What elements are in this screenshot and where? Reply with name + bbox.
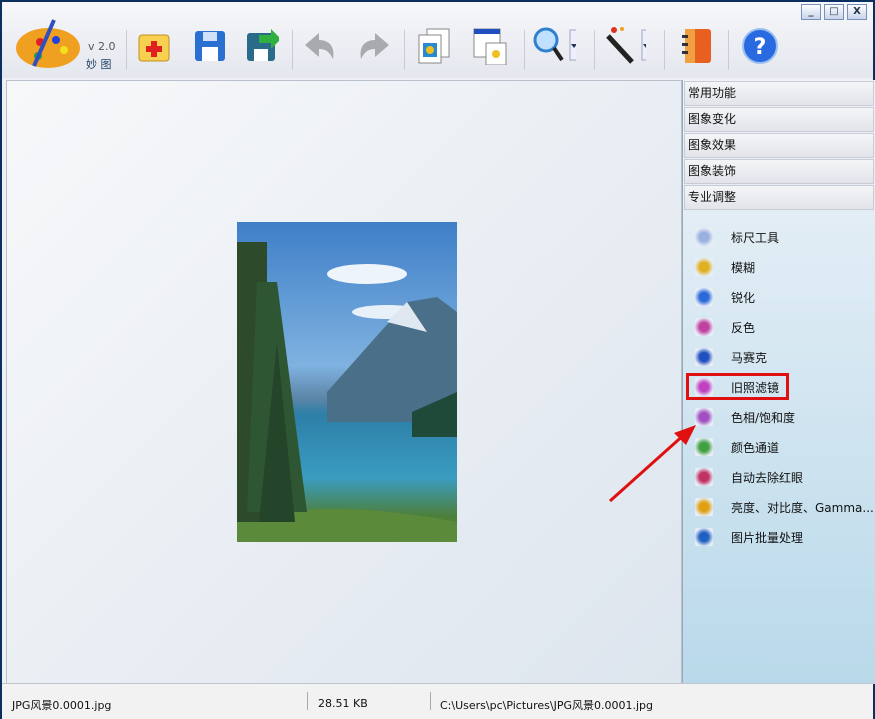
tool-label: 马赛克 — [731, 350, 768, 365]
status-filesize: 28.51 KB — [318, 697, 368, 710]
palette-icon — [16, 19, 80, 68]
tool-item[interactable]: 马赛克 — [683, 342, 875, 372]
tool-item[interactable]: 反色 — [683, 312, 875, 342]
zoom-icon — [533, 27, 576, 62]
tool-item[interactable]: 模糊 — [683, 252, 875, 282]
tool-label: 模糊 — [731, 260, 756, 275]
copy-image-button[interactable] — [412, 24, 456, 68]
highlight-box — [686, 373, 789, 400]
annotation-arrow-icon — [608, 425, 696, 503]
tool-item[interactable]: 颜色通道 — [683, 432, 875, 462]
tool-label: 标尺工具 — [731, 230, 780, 245]
save-as-icon — [247, 29, 279, 61]
tool-label: 亮度、对比度、Gamma... — [731, 500, 874, 515]
mosaic-icon — [695, 348, 713, 366]
save-as-button[interactable] — [240, 24, 284, 68]
status-filename: JPG风景0.0001.jpg — [12, 699, 112, 712]
save-icon — [195, 31, 225, 61]
tool-item[interactable]: 图片批量处理 — [683, 522, 875, 552]
tool-item[interactable]: 锐化 — [683, 282, 875, 312]
help-icon: ? — [742, 28, 778, 64]
tool-label: 颜色通道 — [731, 440, 780, 455]
magic-wand-button[interactable] — [602, 24, 646, 68]
category-effects[interactable]: 图象效果 — [684, 133, 874, 158]
tool-label: 图片批量处理 — [731, 530, 804, 545]
status-filepath: C:\Users\pc\Pictures\JPG风景0.0001.jpg — [440, 699, 654, 712]
image-canvas[interactable] — [6, 80, 682, 684]
save-button[interactable] — [188, 24, 232, 68]
maximize-button[interactable]: □ — [824, 4, 844, 20]
status-bar: JPG风景0.0001.jpg 28.51 KB C:\Users\pc\Pic… — [2, 683, 873, 719]
open-icon — [138, 34, 170, 62]
redo-button[interactable] — [352, 24, 396, 68]
tool-item[interactable]: 自动去除红眼 — [683, 462, 875, 492]
zoom-button[interactable] — [532, 24, 576, 68]
svg-text:?: ? — [754, 35, 767, 60]
redo-icon — [360, 33, 389, 59]
tool-item[interactable]: 色相/饱和度 — [683, 402, 875, 432]
category-pro-adjust[interactable]: 专业调整 — [684, 185, 874, 210]
landscape-photo — [237, 222, 457, 542]
invert-icon — [695, 318, 713, 336]
toolbar: v 2.0 妙 图 _ □ X ? — [2, 2, 873, 78]
app-version: v 2.0 — [88, 40, 116, 53]
blur-icon — [695, 258, 713, 276]
minimize-button[interactable]: _ — [801, 4, 821, 20]
open-button[interactable] — [132, 24, 176, 68]
tool-item[interactable]: 标尺工具 — [683, 222, 875, 252]
copy-image-icon — [418, 28, 450, 64]
sharpen-icon — [695, 288, 713, 306]
undo-button[interactable] — [298, 24, 342, 68]
category-transform[interactable]: 图象变化 — [684, 107, 874, 132]
app-window: v 2.0 妙 图 _ □ X ? 常用功能 图象变化 图象效果 图象装饰 专业… — [2, 2, 875, 719]
tool-label: 反色 — [731, 320, 756, 335]
notebook-icon — [682, 29, 711, 63]
tool-label: 自动去除红眼 — [731, 470, 804, 485]
close-button[interactable]: X — [847, 4, 867, 20]
tool-label: 色相/饱和度 — [731, 410, 796, 425]
paste-image-button[interactable] — [468, 24, 512, 68]
undo-icon — [305, 33, 334, 59]
magic-wand-icon — [606, 27, 646, 64]
batch-icon — [695, 528, 713, 546]
tool-item[interactable]: 亮度、对比度、Gamma... — [683, 492, 875, 522]
tool-label: 锐化 — [731, 290, 756, 305]
help-button[interactable]: ? — [738, 24, 782, 68]
category-decoration[interactable]: 图象装饰 — [684, 159, 874, 184]
notebook-button[interactable] — [674, 24, 718, 68]
paste-image-icon — [473, 28, 507, 65]
category-common[interactable]: 常用功能 — [684, 81, 874, 106]
app-name: 妙 图 — [86, 58, 112, 71]
ruler-icon — [695, 228, 713, 246]
